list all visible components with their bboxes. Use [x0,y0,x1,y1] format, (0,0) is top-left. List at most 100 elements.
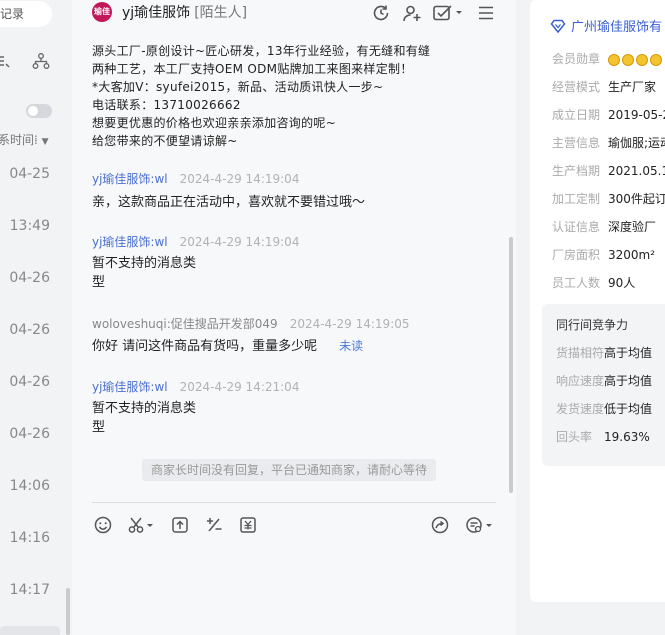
info-label: 认证信息 [552,220,601,234]
avatar: 瑜佳 [92,2,112,22]
list-item-time: 04-26 [9,426,50,442]
peer-row: 响应速度高于均值 [556,372,652,389]
sort-separator: ⁞ [34,133,42,147]
info-row: 员工人数 90人 [552,274,635,291]
peer-value: 高于均值 [604,374,653,388]
info-value: 瑜伽服;运动 [608,136,665,150]
medal-icon [608,53,620,66]
conversation-list: 记录 系时间⁞ ▼ 04-25 13:49 04-26 04-26 04-26 … [0,0,72,635]
peer-value: 高于均值 [604,346,653,360]
info-row: 主营信息瑜伽服;运动 [552,134,665,151]
sort-dropdown[interactable]: 系时间⁞ ▼ [0,131,49,148]
input-divider [92,502,496,503]
chat-title: yj瑜佳服饰 [陌生人] [122,2,247,22]
shop-full-name: 广州瑜佳服饰有 [571,20,663,35]
message-text: 暂不支持的消息类 [92,401,197,416]
info-row-medal: 会员勋章 [552,50,662,67]
message-body: 你好 请问这件商品有货吗，重量多少呢 未读 [92,337,363,356]
system-notice: 商家长时间没有回复，平台已通知商家，请耐心等待 [142,459,436,481]
org-chart-icon[interactable] [32,52,50,70]
intro-line: 两种工艺，本工厂支持OEM ODM贴牌加工来图来样定制！ [92,62,413,76]
sender-name: woloveshuqi:促佳搜品开发部049 [92,317,278,331]
list-item-time: 04-26 [9,322,50,338]
settings-message-icon[interactable] [464,515,494,535]
medal-icons [608,53,662,66]
sort-label: 系时间 [0,133,35,147]
intro-line: 想要更优惠的价格也欢迎亲亲添加咨询的呢~ [92,116,337,130]
menu-icon[interactable] [476,3,496,23]
shop-title[interactable]: 广州瑜佳服饰有 [550,16,662,35]
list-item[interactable]: 04-25 [0,148,60,200]
list-item-time: 04-26 [9,270,50,286]
info-label: 生产档期 [552,164,601,178]
info-row: 成立日期 2019-05-2 [552,106,665,123]
peer-label: 响应速度 [556,374,605,388]
upload-icon[interactable] [170,515,190,535]
list-scrollbar[interactable] [66,588,70,635]
peer-label: 回头率 [556,430,593,444]
shop-info-panel: 广州瑜佳服饰有 会员勋章 经营模式 生产厂家 成立日期 2019-05-2 主营信息… [530,0,665,602]
info-value: 2021.05.18 [608,164,665,178]
info-row: 厂房面积 3200m² [552,246,655,263]
message-header: yj瑜佳服饰:wl 2024-4-29 14:19:04 [92,170,299,187]
message-time: 2024-4-29 14:19:05 [289,317,410,331]
history-icon[interactable] [371,3,391,23]
peer-competitiveness-card: 同行间竞争力 货描相符高于均值 响应速度高于均值 发货速度低于均值 回头率 19.… [542,304,665,466]
message-time: 2024-4-29 14:19:04 [179,172,300,186]
list-item[interactable]: 14:06 [0,460,60,512]
intro-line: 电话联系：13710026662 [92,98,241,112]
message-header: yj瑜佳服饰:wl 2024-4-29 14:19:04 [92,233,299,250]
list-item[interactable]: 14:17 [0,564,60,616]
peer-row: 货描相符高于均值 [556,344,652,361]
message-text: 你好 请问这件商品有货吗，重量多少呢 [92,339,318,354]
list-item-time: 04-25 [9,166,50,182]
list-item[interactable]: 04-26 [0,252,60,304]
task-check-icon[interactable] [432,3,464,23]
coupon-icon[interactable] [238,515,258,535]
add-contact-icon[interactable] [402,3,422,23]
message-list: 源头工厂-原创设计~匠心研发，13年行业经验，有无缝和有缝 两种工艺，本工厂支持… [72,36,510,496]
peer-title: 同行间竞争力 [556,318,629,332]
list-item-time: 14:06 [9,478,50,494]
scissors-icon[interactable] [127,515,157,535]
chat-header: 瑜佳 yj瑜佳服饰 [陌生人] [72,0,516,26]
message-body: 亲，这款商品正在活动中，喜欢就不要错过哦～ [92,193,365,212]
chat-history-button[interactable]: 记录 [0,1,52,27]
list-item[interactable]: 14:16 [0,512,60,564]
chat-scrollbar[interactable] [509,237,513,493]
list-item[interactable]: 04-26 [0,304,60,356]
list-item[interactable]: 04-26 [0,408,60,460]
peer-row: 发货速度低于均值 [556,400,652,417]
info-label: 员工人数 [552,276,601,290]
info-label: 经营模式 [552,80,601,94]
percent-icon[interactable] [204,515,224,535]
info-label: 加工定制 [552,192,601,206]
stranger-tag: [陌生人] [194,5,248,21]
sender-name: yj瑜佳服饰:wl [92,380,168,394]
intro-line: 源头工厂-原创设计~匠心研发，13年行业经验，有无缝和有缝 [92,44,431,58]
list-item-time: 14:16 [9,530,50,546]
share-icon[interactable] [430,515,450,535]
info-row: 生产档期 2021.05.18 [552,162,665,179]
list-item-time: 13:49 [9,218,50,234]
history-label: 记录 [0,7,25,21]
chat-panel: 瑜佳 yj瑜佳服饰 [陌生人] 源头工厂-原创设计~匠心研发，13年行业经验，有无… [72,0,516,635]
info-row: 加工定制 300件起订 [552,190,665,207]
info-value: 2019-05-2 [608,108,665,122]
list-item-time: 14:17 [9,582,50,598]
list-item-time: 04-26 [9,374,50,390]
emoji-icon[interactable] [93,515,113,535]
info-label: 会员勋章 [552,52,601,66]
diamond-icon [550,19,566,33]
medal-icon [622,53,634,66]
info-label: 主营信息 [552,136,601,150]
info-label: 厂房面积 [552,248,601,262]
shop-name[interactable]: yj瑜佳服饰 [122,5,190,21]
message-time: 2024-4-29 14:19:04 [179,235,300,249]
list-item[interactable]: 04-26 [0,356,60,408]
conversation-times: 04-25 13:49 04-26 04-26 04-26 04-26 14:0… [0,148,60,616]
list-icon[interactable] [0,52,10,70]
filter-toggle[interactable] [26,104,52,118]
peer-label: 发货速度 [556,402,605,416]
list-item[interactable]: 13:49 [0,200,60,252]
